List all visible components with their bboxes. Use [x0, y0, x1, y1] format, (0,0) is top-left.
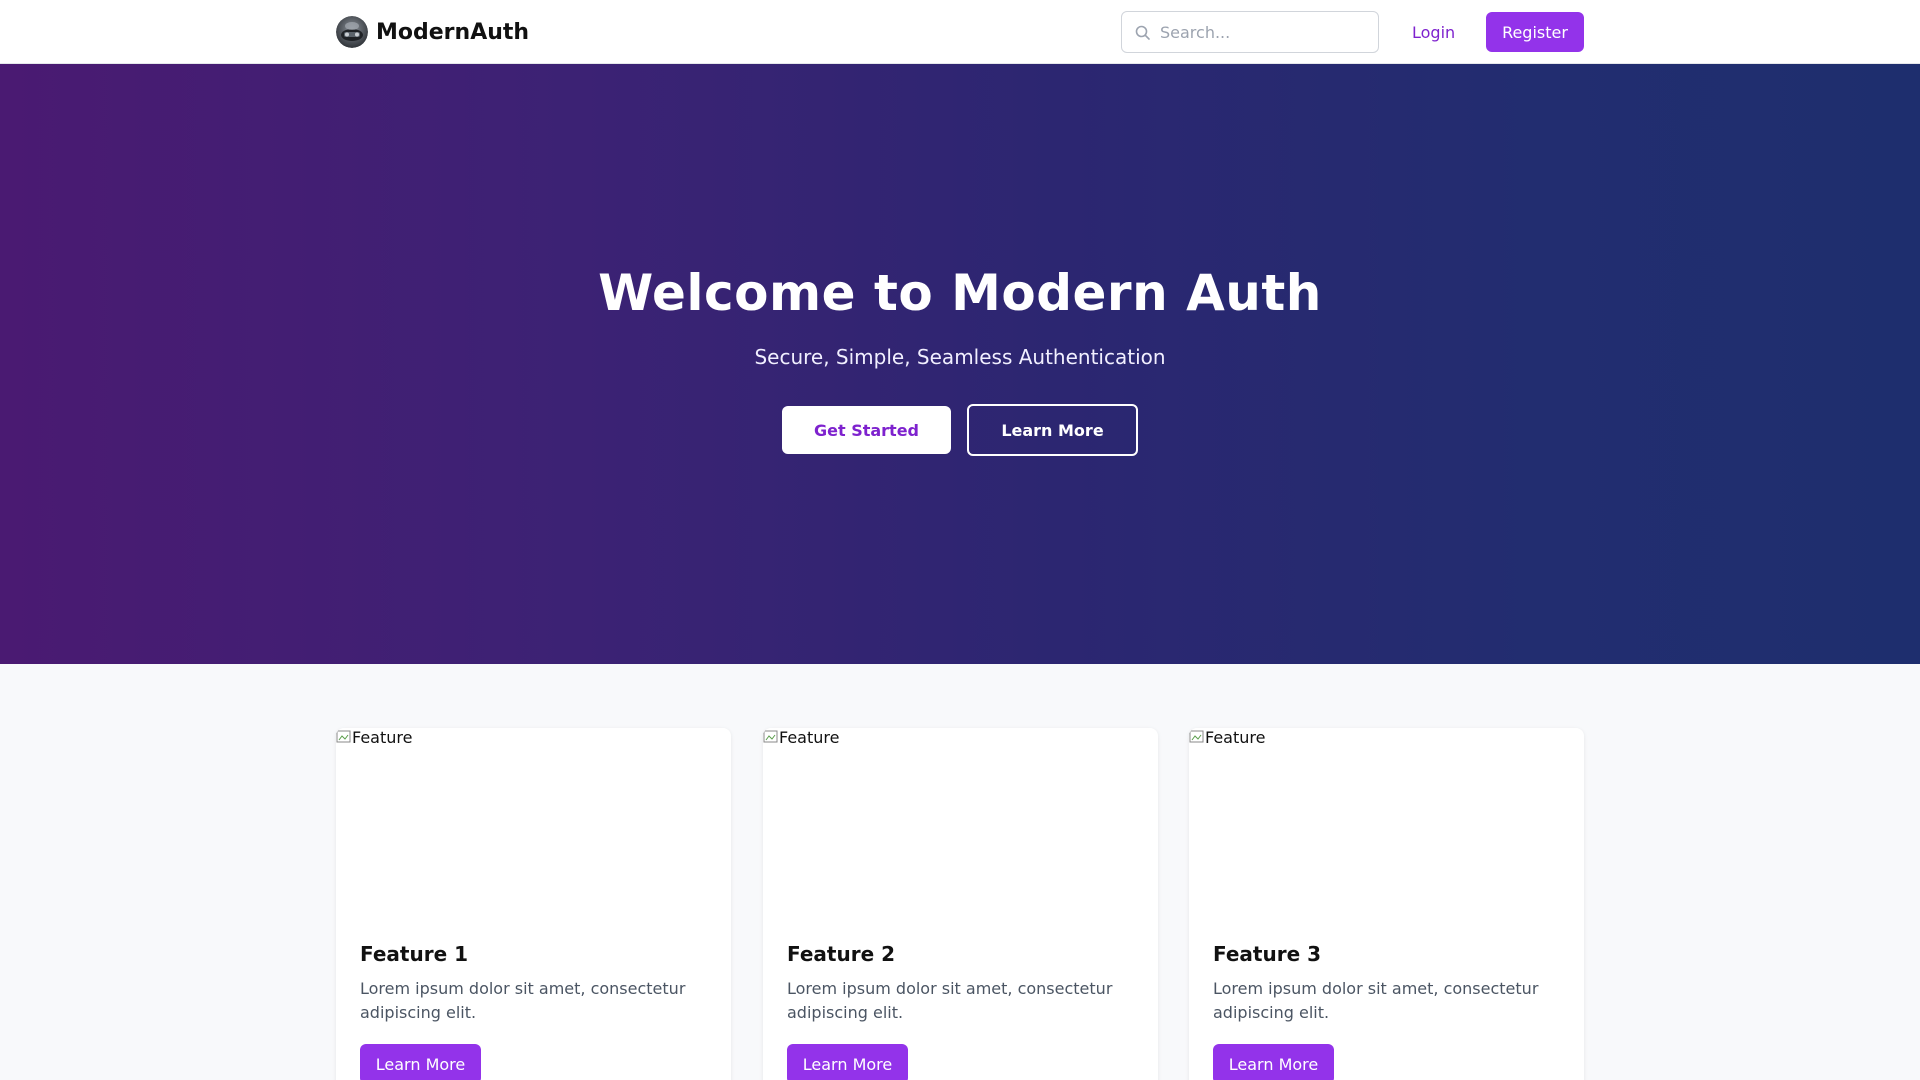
feature-card-3: Feature Feature 3 Lorem ipsum dolor sit … [1189, 728, 1584, 1080]
search-box [1121, 11, 1379, 53]
feature-image: Feature [336, 728, 731, 928]
feature-image-alt: Feature [779, 728, 840, 747]
feature-image-alt: Feature [1205, 728, 1266, 747]
feature-title: Feature 1 [360, 942, 469, 966]
top-navbar: ModernAuth Login Register [0, 0, 1920, 64]
hero-subtitle: Secure, Simple, Seamless Authentication [754, 345, 1166, 369]
hero-title: Welcome to Modern Auth [598, 264, 1322, 322]
feature-image: Feature [1189, 728, 1584, 928]
feature-title: Feature 3 [1213, 942, 1322, 966]
feature-description: Lorem ipsum dolor sit amet, consectetur … [1213, 979, 1539, 1022]
get-started-button[interactable]: Get Started [782, 406, 951, 454]
hero-section: Welcome to Modern Auth Secure, Simple, S… [0, 64, 1920, 664]
feature-image-alt: Feature [352, 728, 413, 747]
broken-image-icon [763, 729, 779, 745]
feature-description: Lorem ipsum dolor sit amet, consectetur … [787, 979, 1113, 1022]
avatar-logo-icon [336, 16, 368, 48]
broken-image-icon [1189, 729, 1205, 745]
features-section: Feature Feature 1 Lorem ipsum dolor sit … [0, 664, 1920, 1080]
feature-image: Feature [763, 728, 1158, 928]
learn-more-button[interactable]: Learn More [967, 404, 1138, 456]
feature-learn-more-button[interactable]: Learn More [1213, 1044, 1334, 1080]
feature-title: Feature 2 [787, 942, 896, 966]
broken-image-icon [336, 729, 352, 745]
feature-card-1: Feature Feature 1 Lorem ipsum dolor sit … [336, 728, 731, 1080]
feature-learn-more-button[interactable]: Learn More [360, 1044, 481, 1080]
search-icon [1134, 24, 1152, 42]
register-button[interactable]: Register [1486, 12, 1584, 52]
feature-learn-more-button[interactable]: Learn More [787, 1044, 908, 1080]
login-link[interactable]: Login [1396, 12, 1471, 52]
feature-card-2: Feature Feature 2 Lorem ipsum dolor sit … [763, 728, 1158, 1080]
feature-description: Lorem ipsum dolor sit amet, consectetur … [360, 979, 686, 1022]
brand-name: ModernAuth [376, 19, 530, 45]
brand[interactable]: ModernAuth [336, 16, 529, 48]
search-input[interactable] [1160, 12, 1370, 52]
